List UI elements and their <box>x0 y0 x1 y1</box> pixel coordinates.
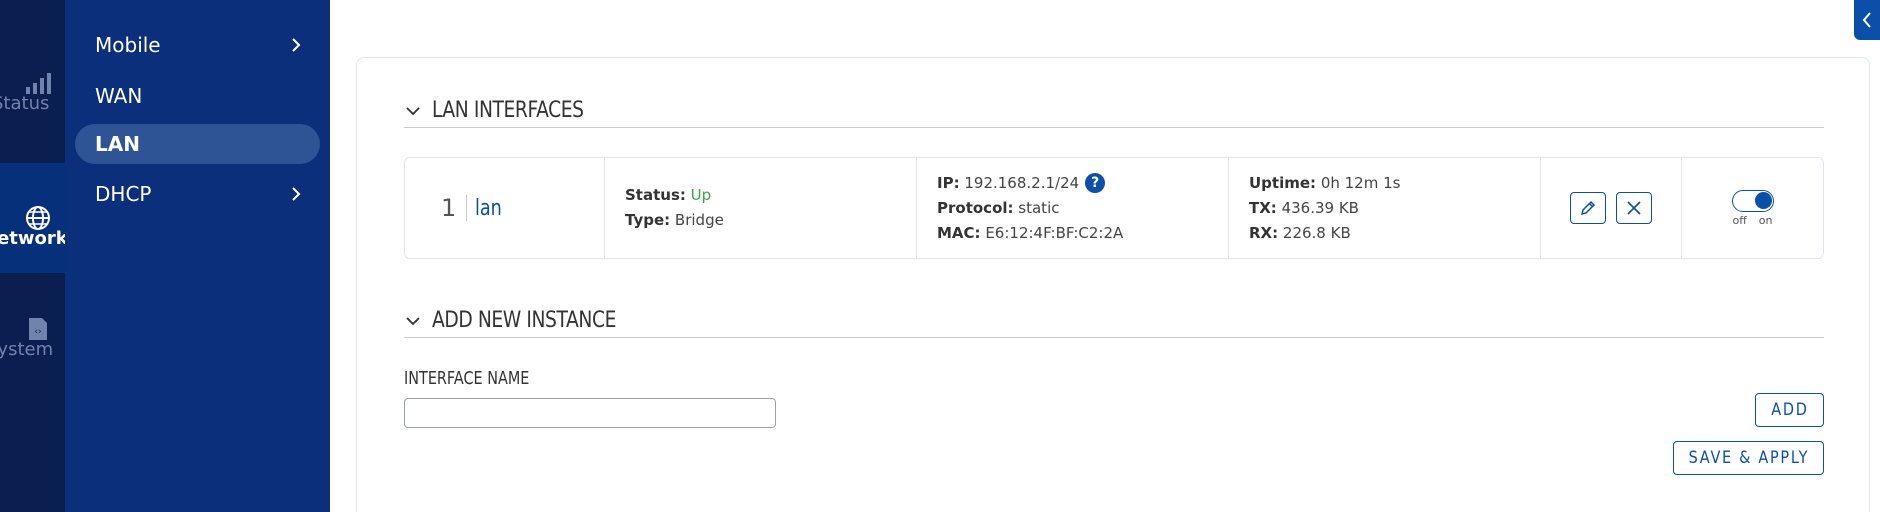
interface-name-label: INTERFACE NAME <box>404 368 530 389</box>
toggle-knob <box>1754 191 1772 209</box>
protocol-label: Protocol: <box>937 198 1014 217</box>
subnav-label-wan: WAN <box>95 84 143 108</box>
uptime-value: 0h 12m 1s <box>1320 173 1401 192</box>
table-row: 1 lan Status: Up Type: Bridge IP: 192.16… <box>404 157 1824 259</box>
rail-item-system[interactable]: ‹› System <box>0 274 65 384</box>
rail-label-system: System <box>0 339 54 360</box>
subnav-item-wan[interactable]: WAN <box>75 76 320 116</box>
rail-label-network: Network <box>0 228 65 249</box>
interface-id-cell: 1 lan <box>405 158 605 258</box>
close-icon <box>1627 201 1641 215</box>
pencil-icon <box>1580 200 1596 216</box>
toggle-cell: off on <box>1682 158 1823 258</box>
protocol-value: static <box>1018 198 1060 217</box>
ip-value: 192.168.2.1/24 <box>964 173 1080 192</box>
actions-cell <box>1541 158 1682 258</box>
svg-text:‹›: ‹› <box>34 327 41 337</box>
chevron-right-icon <box>292 38 301 52</box>
status-label: Status: <box>625 186 686 204</box>
status-value: Up <box>690 186 712 204</box>
uptime-label: Uptime: <box>1249 173 1317 192</box>
add-button-label: ADD <box>1770 400 1809 420</box>
section-title: LAN INTERFACES <box>432 98 584 123</box>
row-index: 1 <box>441 195 468 221</box>
rx-label: RX: <box>1249 223 1279 242</box>
interface-name-link[interactable]: lan <box>467 196 502 221</box>
chevron-down-icon <box>406 106 420 115</box>
save-apply-label: SAVE & APPLY <box>1688 448 1809 468</box>
add-instance-header[interactable]: ADD NEW INSTANCE <box>404 304 1824 338</box>
subnav-label-dhcp: DHCP <box>95 182 152 206</box>
subnav-label-mobile: Mobile <box>95 33 161 57</box>
help-icon[interactable]: ? <box>1085 173 1106 193</box>
edit-button[interactable] <box>1570 192 1606 224</box>
type-label: Type: <box>625 211 671 229</box>
chevron-right-icon <box>292 187 301 201</box>
subnav-item-lan[interactable]: LAN <box>75 124 320 164</box>
sub-navigation: Mobile WAN LAN DHCP <box>65 0 330 512</box>
rx-value: 226.8 KB <box>1282 223 1351 242</box>
mac-label: MAC: <box>937 223 981 242</box>
traffic-cell: Uptime: 0h 12m 1s TX: 436.39 KB RX: 226.… <box>1229 158 1541 258</box>
section-title: ADD NEW INSTANCE <box>432 308 616 333</box>
ip-label: IP: <box>937 173 960 192</box>
rail-item-status[interactable]: Status <box>0 28 65 138</box>
mac-value: E6:12:4F:BF:C2:2A <box>985 223 1124 242</box>
save-apply-button[interactable]: SAVE & APPLY <box>1673 441 1824 475</box>
subnav-item-dhcp[interactable]: DHCP <box>75 174 320 214</box>
delete-button[interactable] <box>1616 192 1652 224</box>
rail-label-status: Status <box>0 93 50 114</box>
interface-name-input[interactable] <box>404 398 776 428</box>
enable-toggle[interactable] <box>1731 189 1774 212</box>
subnav-item-mobile[interactable]: Mobile <box>75 25 320 65</box>
type-value: Bridge <box>674 211 724 229</box>
icon-rail: Status Network ‹› System <box>0 0 65 512</box>
lan-interfaces-header[interactable]: LAN INTERFACES <box>404 94 1824 128</box>
chevron-left-icon <box>1862 12 1871 28</box>
status-cell: Status: Up Type: Bridge <box>605 158 917 258</box>
toggle-off-label: off <box>1732 213 1747 227</box>
tx-label: TX: <box>1249 198 1277 217</box>
collapse-panel-button[interactable] <box>1854 0 1880 40</box>
add-button[interactable]: ADD <box>1755 393 1824 427</box>
chevron-down-icon <box>406 316 420 325</box>
rail-item-network[interactable]: Network <box>0 163 65 273</box>
tx-value: 436.39 KB <box>1281 198 1359 217</box>
subnav-label-lan: LAN <box>95 132 140 156</box>
toggle-on-label: on <box>1758 213 1773 227</box>
address-cell: IP: 192.168.2.1/24? Protocol: static MAC… <box>917 158 1229 258</box>
